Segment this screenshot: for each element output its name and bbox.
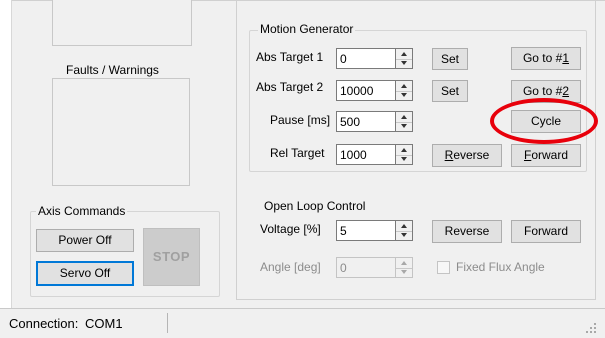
stop-button[interactable]: STOP <box>143 228 200 286</box>
connection-value: COM1 <box>85 316 123 331</box>
faults-warnings-box <box>52 78 190 186</box>
status-bar: Connection: COM1 <box>0 308 605 338</box>
faults-warnings-label: Faults / Warnings <box>66 63 159 77</box>
abs-target-1-spinner[interactable] <box>396 48 413 69</box>
spin-down-icon <box>401 93 407 97</box>
spin-down-icon <box>401 61 407 65</box>
goto-1-button[interactable]: Go to #1 <box>511 47 581 70</box>
top-status-box <box>52 0 192 46</box>
axis-commands-title: Axis Commands <box>36 204 128 218</box>
servo-off-button[interactable]: Servo Off <box>36 261 134 286</box>
resize-grip-icon[interactable] <box>585 322 597 334</box>
left-edge-strip <box>0 0 12 308</box>
goto-2-label: Go to # <box>522 84 563 98</box>
abs-target-2-input[interactable] <box>336 80 396 101</box>
voltage-forward-button[interactable]: Forward <box>511 220 581 243</box>
spin-up-icon <box>401 84 407 88</box>
goto-2-accel-key: 2 <box>562 84 570 98</box>
connection-label: Connection: <box>9 316 79 331</box>
rel-reverse-label: everse <box>453 148 490 162</box>
goto-1-label: Go to # <box>522 51 563 65</box>
spin-down-icon <box>401 124 407 128</box>
motion-generator-title: Motion Generator <box>258 22 356 36</box>
annotation-ring <box>490 98 598 144</box>
angle-label: Angle [deg] <box>260 260 321 274</box>
status-separator <box>167 313 168 333</box>
rel-reverse-button[interactable]: Reverse <box>432 144 502 167</box>
fixed-flux-angle-checkbox[interactable] <box>437 261 450 274</box>
goto-1-accel-key: 1 <box>562 51 570 65</box>
power-off-button[interactable]: Power Off <box>36 229 134 252</box>
pause-spinner[interactable] <box>396 111 413 132</box>
voltage-spinner[interactable] <box>396 220 413 241</box>
angle-input[interactable] <box>336 257 396 278</box>
spin-up-icon <box>401 261 407 265</box>
rel-target-spinner[interactable] <box>396 144 413 165</box>
abs-target-2-spinner[interactable] <box>396 80 413 101</box>
open-loop-title: Open Loop Control <box>264 199 366 213</box>
spin-down-icon <box>401 233 407 237</box>
spin-up-icon <box>401 148 407 152</box>
spin-up-icon <box>401 52 407 56</box>
spin-down-icon <box>401 270 407 274</box>
voltage-label: Voltage [%] <box>260 222 321 236</box>
pause-label: Pause [ms] <box>270 113 331 127</box>
voltage-reverse-button[interactable]: Reverse <box>432 220 502 243</box>
abs-target-1-set-button[interactable]: Set <box>432 48 468 70</box>
voltage-input[interactable] <box>336 220 396 241</box>
rel-reverse-accel-key: R <box>444 148 454 162</box>
pause-input[interactable] <box>336 111 396 132</box>
angle-spinner[interactable] <box>396 257 413 278</box>
abs-target-2-label: Abs Target 2 <box>256 80 324 94</box>
rel-forward-button[interactable]: Forward <box>511 144 581 167</box>
spin-down-icon <box>401 157 407 161</box>
abs-target-1-label: Abs Target 1 <box>256 50 324 64</box>
rel-target-input[interactable] <box>336 144 396 165</box>
spin-up-icon <box>401 224 407 228</box>
spin-up-icon <box>401 115 407 119</box>
abs-target-2-set-button[interactable]: Set <box>432 80 468 102</box>
rel-forward-label: orward <box>531 148 569 162</box>
rel-target-label: Rel Target <box>270 146 325 160</box>
fixed-flux-angle-label: Fixed Flux Angle <box>456 260 545 274</box>
abs-target-1-input[interactable] <box>336 48 396 69</box>
